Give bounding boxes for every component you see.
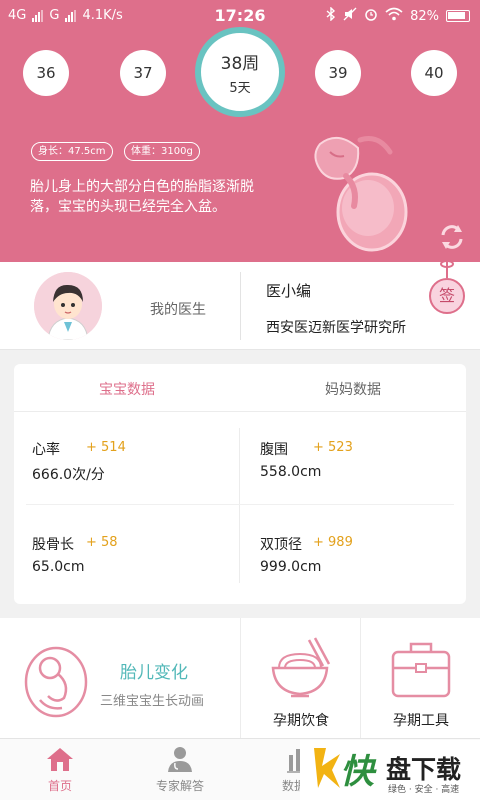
home-icon	[45, 745, 75, 773]
alarm-icon	[364, 7, 378, 25]
current-week-label: 38周	[220, 54, 260, 74]
tab-expert-answers-label: 专家解答	[155, 779, 204, 793]
watermark-char: 快	[340, 752, 374, 792]
doctor-avatar	[34, 272, 102, 340]
refresh-icon[interactable]	[437, 222, 467, 252]
cell-divider-vertical	[239, 428, 240, 583]
fetus-illustration	[300, 122, 410, 257]
bpd-label: 双顶径	[260, 537, 302, 553]
current-day-label: 5天	[229, 81, 251, 96]
tab-baby-data[interactable]: 宝宝数据	[14, 379, 240, 399]
doctor-name: 医小编	[266, 282, 312, 300]
heart-rate-delta: + 514	[86, 440, 126, 455]
femur-value: 65.0cm	[32, 559, 85, 575]
battery-icon	[446, 10, 470, 22]
pregnancy-tools-tile[interactable]: 孕期工具	[360, 618, 480, 738]
doctor-icon	[165, 745, 195, 773]
fetal-change-title: 胎儿变化	[120, 663, 188, 683]
week-40-button[interactable]: 40	[411, 50, 457, 96]
feature-tiles: 胎儿变化 三维宝宝生长动画 孕期饮食 孕期工具	[0, 618, 480, 738]
tab-expert-answers[interactable]: 专家解答	[120, 739, 240, 800]
week-36-button[interactable]: 36	[23, 50, 69, 96]
weight-badge: 体重：3100g	[124, 142, 200, 161]
watermark-slogan: 绿色 · 安全 · 高速	[388, 785, 460, 795]
pregnancy-diet-tile[interactable]: 孕期饮食	[240, 618, 360, 738]
tab-home[interactable]: 首页	[0, 739, 120, 800]
sign-tag-string	[446, 262, 448, 278]
my-doctor-label: 我的医生	[150, 302, 206, 318]
heart-rate-label: 心率	[32, 442, 60, 458]
femur-delta: + 58	[86, 535, 118, 550]
doctor-institution: 西安医迈新医学研究所	[266, 320, 406, 336]
bluetooth-icon	[326, 6, 336, 25]
heart-rate-value: 666.0次/分	[32, 467, 105, 483]
my-doctor-card[interactable]: 我的医生 医小编 西安医迈新医学研究所	[0, 262, 480, 350]
wifi-icon	[385, 7, 403, 25]
tab-home-label: 首页	[47, 779, 72, 793]
fetus-outline-icon	[20, 640, 90, 724]
abdomen-value: 558.0cm	[260, 464, 322, 480]
length-badge: 身长：47.5cm	[31, 142, 113, 161]
mute-icon	[343, 7, 357, 25]
pregnancy-tools-label: 孕期工具	[393, 713, 449, 729]
pregnancy-diet-label: 孕期饮食	[273, 713, 329, 729]
cell-divider-horizontal	[26, 504, 454, 505]
week-39-button[interactable]: 39	[315, 50, 361, 96]
doctor-divider	[240, 272, 241, 340]
abdomen-delta: + 523	[313, 440, 353, 455]
watermark-brand: 盘下载	[386, 755, 462, 784]
watermark-logo: 快 盘下载 绿色 · 安全 · 高速	[300, 740, 480, 800]
femur-label: 股骨长	[32, 537, 74, 553]
sign-in-button[interactable]: 签	[429, 278, 465, 314]
tab-mom-data[interactable]: 妈妈数据	[240, 379, 466, 399]
current-week-indicator[interactable]: 38周 5天	[195, 27, 285, 117]
toolbox-icon	[389, 638, 453, 704]
fetal-change-subtitle: 三维宝宝生长动画	[100, 694, 205, 709]
data-card: 宝宝数据 妈妈数据 心率 + 514 666.0次/分 腹围 + 523 558…	[14, 364, 466, 604]
week-description: 胎儿身上的大部分白色的胎脂逐渐脱落，宝宝的头现已经完全入盆。	[30, 179, 254, 215]
battery-percent: 82%	[410, 8, 439, 24]
noodle-bowl-icon	[267, 636, 333, 706]
week-37-button[interactable]: 37	[120, 50, 166, 96]
bpd-value: 999.0cm	[260, 559, 322, 575]
data-tabs: 宝宝数据 妈妈数据	[14, 364, 466, 412]
bpd-delta: + 989	[313, 535, 353, 550]
pregnancy-header: 4G G 4.1K/s 17:26 82% 36 37 38周 5天 39 40…	[0, 0, 480, 262]
abdomen-label: 腹围	[260, 442, 288, 458]
fetal-change-tile[interactable]: 胎儿变化 三维宝宝生长动画	[0, 618, 240, 738]
